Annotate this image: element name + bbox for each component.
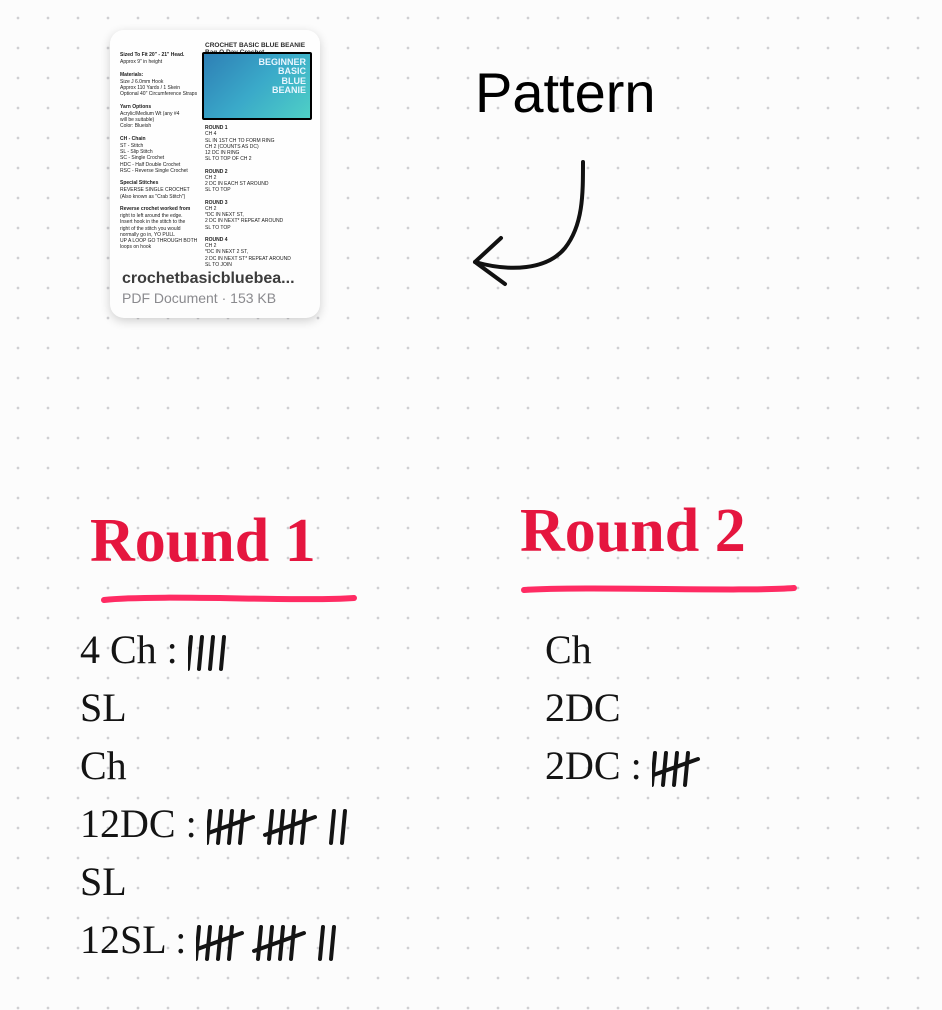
- handwritten-line: 12DC :: [80, 804, 359, 847]
- doc-text-block: ROUND 3CH 2*DC IN NEXT ST,2 DC IN NEXT* …: [205, 200, 312, 231]
- round1-heading: Round 1: [90, 510, 316, 572]
- arrow-drawing: [455, 150, 615, 310]
- handwritten-line: SL: [80, 862, 127, 902]
- doc-text-block: ROUND 1CH 4SL IN 1ST CH TO FORM RINGCH 2…: [205, 125, 312, 163]
- doc-text-block: ROUND 4CH 2*DC IN NEXT 2 ST,2 DC IN NEXT…: [205, 237, 312, 268]
- tally-marks: [196, 925, 348, 963]
- attachment-fileinfo: PDF Document · 153 KB: [122, 290, 308, 306]
- round1-underline: [100, 590, 360, 608]
- handwritten-line: 2DC: [545, 688, 621, 728]
- note-canvas[interactable]: CROCHET BASIC BLUE BEANIE Bag O Day Croc…: [0, 0, 942, 1010]
- round2-heading: Round 2: [520, 500, 746, 562]
- doc-text-block: Reverse crochet worked fromright to left…: [120, 206, 200, 251]
- doc-text-block: Yarn OptionsAcrylic/Medium Wt (any #4wil…: [120, 104, 200, 130]
- handwritten-line: 2DC :: [545, 746, 720, 789]
- handwritten-line: SL: [80, 688, 127, 728]
- tally-marks: [207, 809, 359, 847]
- doc-text-block: Materials:Size J 6.0mm HookApprox 110 Ya…: [120, 72, 200, 98]
- doc-text-block: ROUND 2CH 22 DC IN EACH ST AROUNDSL TO T…: [205, 169, 312, 194]
- attachment-card[interactable]: CROCHET BASIC BLUE BEANIE Bag O Day Croc…: [110, 30, 320, 318]
- doc-text-block: Sized To Fit 20" - 21" Head.Approx 9" in…: [120, 52, 200, 66]
- tally-marks: [652, 751, 720, 789]
- handwritten-line: Ch: [80, 746, 127, 786]
- doc-text-block: Special StitchesREVERSE SINGLE CROCHET(A…: [120, 180, 200, 200]
- round2-underline: [520, 580, 800, 598]
- doc-text-block: CH - ChainST - StitchSL - Slip StitchSC …: [120, 136, 200, 175]
- attachment-thumbnail: CROCHET BASIC BLUE BEANIE Bag O Day Croc…: [110, 30, 320, 260]
- tally-marks: [188, 635, 238, 673]
- hero-image: BEGINNERBASICBLUEBEANIE: [202, 52, 312, 120]
- handwritten-line: Ch: [545, 630, 592, 670]
- handwritten-line: 12SL :: [80, 920, 348, 963]
- handwritten-line: 4 Ch :: [80, 630, 238, 673]
- pattern-label: Pattern: [475, 60, 656, 125]
